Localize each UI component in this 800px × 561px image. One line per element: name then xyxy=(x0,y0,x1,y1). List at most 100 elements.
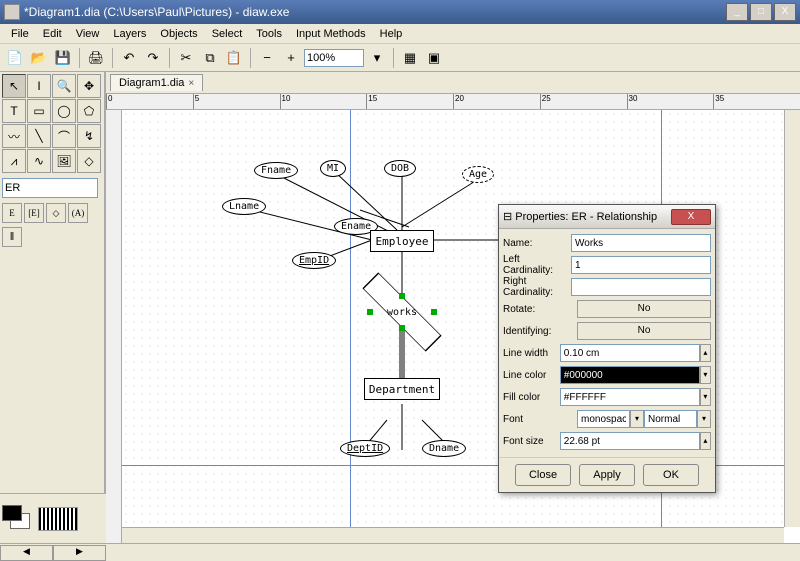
attribute-fname[interactable]: Fname xyxy=(254,162,298,179)
text-tool-icon[interactable]: T xyxy=(2,99,26,123)
bezierline-tool-icon[interactable]: ∿ xyxy=(27,149,51,173)
toggle-identifying[interactable]: No xyxy=(577,322,711,340)
copy-icon[interactable]: ⧉ xyxy=(199,47,221,69)
select-font[interactable] xyxy=(577,410,630,428)
participation-icon[interactable]: ‖ xyxy=(2,227,22,247)
entity-employee[interactable]: Employee xyxy=(370,230,434,252)
arc-tool-icon[interactable]: ⌒ xyxy=(52,124,76,148)
menu-help[interactable]: Help xyxy=(373,26,410,42)
dialog-close-button[interactable]: X xyxy=(671,209,711,225)
nav-right-icon[interactable]: ▶ xyxy=(53,545,106,561)
image-tool-icon[interactable]: 🖼 xyxy=(52,149,76,173)
spinner-linewidth[interactable]: ▴ xyxy=(700,344,711,362)
zigzag-tool-icon[interactable]: ↯ xyxy=(77,124,101,148)
zoom-out-icon[interactable]: − xyxy=(256,47,278,69)
label-fillcolor: Fill color xyxy=(503,392,560,403)
attribute-dname[interactable]: Dname xyxy=(422,440,466,457)
menu-file[interactable]: File xyxy=(4,26,36,42)
tab-diagram1[interactable]: Diagram1.dia × xyxy=(110,74,203,91)
menu-tools[interactable]: Tools xyxy=(249,26,289,42)
app-icon xyxy=(4,4,20,20)
color-preview xyxy=(0,493,106,543)
toggle-rotate[interactable]: No xyxy=(577,300,711,318)
input-linecolor[interactable] xyxy=(560,366,700,384)
properties-dialog[interactable]: ⊟ Properties: ER - Relationship X Name: … xyxy=(498,204,716,493)
open-icon[interactable]: 📂 xyxy=(28,47,50,69)
menu-edit[interactable]: Edit xyxy=(36,26,69,42)
close-button[interactable]: X xyxy=(774,3,796,21)
undo-icon[interactable]: ↶ xyxy=(118,47,140,69)
attribute-mi[interactable]: MI xyxy=(320,160,346,177)
vertical-scrollbar[interactable] xyxy=(784,110,800,527)
window-titlebar: *Diagram1.dia (C:\Users\Paul\Pictures) -… xyxy=(0,0,800,24)
apply-button[interactable]: Apply xyxy=(579,464,635,486)
entity-department[interactable]: Department xyxy=(364,378,440,400)
attribute-age[interactable]: Age xyxy=(462,166,494,183)
window-title: *Diagram1.dia (C:\Users\Paul\Pictures) -… xyxy=(24,5,726,19)
magnify-icon[interactable]: 🔍 xyxy=(52,74,76,98)
cut-icon[interactable]: ✂ xyxy=(175,47,197,69)
relationship-works[interactable]: works xyxy=(370,296,434,328)
ok-button[interactable]: OK xyxy=(643,464,699,486)
text-cursor-icon[interactable]: I xyxy=(27,74,51,98)
menubar: File Edit View Layers Objects Select Too… xyxy=(0,24,800,44)
scroll-icon[interactable]: ✥ xyxy=(77,74,101,98)
box-tool-icon[interactable]: ▭ xyxy=(27,99,51,123)
snap-object-icon[interactable]: ▣ xyxy=(423,47,445,69)
menu-input-methods[interactable]: Input Methods xyxy=(289,26,373,42)
bezier-tool-icon[interactable]: 〰 xyxy=(2,124,26,148)
fg-color-swatch[interactable] xyxy=(2,505,22,521)
er-weak-entity-icon[interactable]: [E] xyxy=(24,203,44,223)
dropdown-linecolor[interactable]: ▾ xyxy=(700,366,711,384)
attribute-empid[interactable]: EmpID xyxy=(292,252,336,269)
tab-close-icon[interactable]: × xyxy=(188,78,194,89)
line-tool-icon[interactable]: ╲ xyxy=(27,124,51,148)
input-fontsize[interactable] xyxy=(560,432,700,450)
polyline-tool-icon[interactable]: ⩘ xyxy=(2,149,26,173)
er-relationship-icon[interactable]: ◇ xyxy=(46,203,66,223)
minimize-button[interactable]: _ xyxy=(726,3,748,21)
zoom-in-icon[interactable]: + xyxy=(280,47,302,69)
ellipse-tool-icon[interactable]: ◯ xyxy=(52,99,76,123)
zoom-input[interactable] xyxy=(304,49,364,67)
chevron-down-icon[interactable]: ▾ xyxy=(366,47,388,69)
horizontal-scrollbar[interactable] xyxy=(122,527,784,543)
input-linewidth[interactable] xyxy=(560,344,700,362)
label-linecolor: Line color xyxy=(503,370,560,381)
pointer-tool-icon[interactable]: ↖ xyxy=(2,74,26,98)
menu-layers[interactable]: Layers xyxy=(106,26,153,42)
er-entity-icon[interactable]: E xyxy=(2,203,22,223)
dropdown-fillcolor[interactable]: ▾ xyxy=(700,388,711,406)
menu-view[interactable]: View xyxy=(69,26,107,42)
attribute-dob[interactable]: DOB xyxy=(384,160,416,177)
sheet-selector[interactable] xyxy=(2,178,98,198)
attribute-deptid[interactable]: DeptID xyxy=(340,440,390,457)
input-name[interactable] xyxy=(571,234,711,252)
dropdown-font[interactable]: ▾ xyxy=(630,410,644,428)
line-pattern-swatch[interactable] xyxy=(38,507,78,531)
tab-label: Diagram1.dia xyxy=(119,77,184,89)
spinner-fontsize[interactable]: ▴ xyxy=(700,432,711,450)
close-button-dialog[interactable]: Close xyxy=(515,464,571,486)
print-icon[interactable]: 🖨 xyxy=(85,47,107,69)
er-attribute-icon[interactable]: (A) xyxy=(68,203,88,223)
attribute-lname[interactable]: Lname xyxy=(222,198,266,215)
new-icon[interactable]: 📄 xyxy=(4,47,26,69)
menu-select[interactable]: Select xyxy=(205,26,250,42)
nav-arrows: ◀ ▶ xyxy=(0,545,106,561)
input-fillcolor[interactable] xyxy=(560,388,700,406)
snap-icon[interactable]: ▦ xyxy=(399,47,421,69)
input-rightcard[interactable] xyxy=(571,278,711,296)
vertical-ruler xyxy=(106,110,122,543)
maximize-button[interactable]: □ xyxy=(750,3,772,21)
menu-objects[interactable]: Objects xyxy=(153,26,204,42)
dropdown-fontstyle[interactable]: ▾ xyxy=(697,410,711,428)
nav-left-icon[interactable]: ◀ xyxy=(0,545,53,561)
paste-icon[interactable]: 📋 xyxy=(223,47,245,69)
save-icon[interactable]: 💾 xyxy=(52,47,74,69)
outline-tool-icon[interactable]: ◇ xyxy=(77,149,101,173)
input-leftcard[interactable] xyxy=(571,256,711,274)
select-fontstyle[interactable] xyxy=(644,410,697,428)
redo-icon[interactable]: ↷ xyxy=(142,47,164,69)
polygon-tool-icon[interactable]: ⬠ xyxy=(77,99,101,123)
